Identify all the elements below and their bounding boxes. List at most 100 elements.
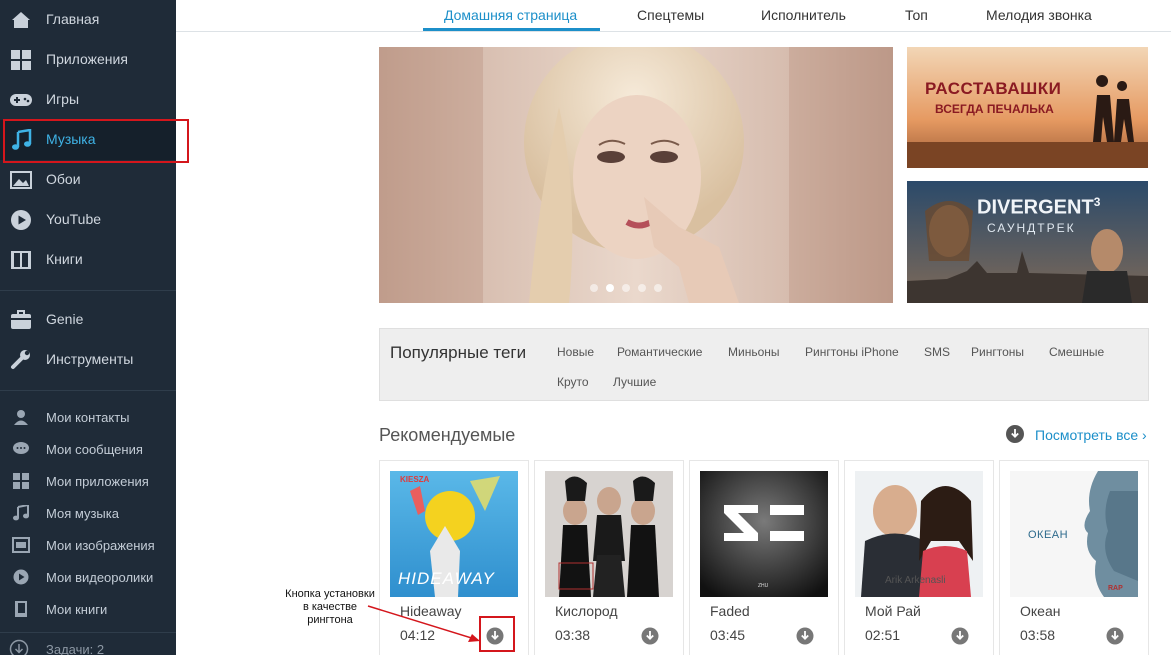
- banner-title-text: DIVERGENT: [977, 196, 1094, 219]
- sidebar-item-label: Инструменты: [46, 351, 134, 367]
- set-ringtone-button[interactable]: [951, 627, 969, 645]
- gamepad-icon: [10, 94, 32, 106]
- popular-tags-title: Популярные теги: [390, 343, 527, 362]
- banner-title: DIVERGENT3: [977, 195, 1100, 220]
- sidebar-item-label: Мои видеоролики: [46, 570, 154, 585]
- active-tab-indicator: [423, 28, 600, 31]
- song-card[interactable]: ОКЕАН RAP Океан 03:58: [999, 460, 1149, 655]
- sidebar-item-label: Genie: [46, 311, 84, 327]
- set-ringtone-button[interactable]: [641, 627, 659, 645]
- sidebar-item-home[interactable]: Главная: [0, 0, 176, 40]
- sidebar-item-my-apps[interactable]: Мои приложения: [0, 465, 176, 497]
- tag-item[interactable]: SMS: [924, 345, 950, 359]
- sidebar-item-contacts[interactable]: Мои контакты: [0, 401, 176, 433]
- play-circle-icon: [11, 210, 31, 230]
- sidebar-item-label: Мои книги: [46, 602, 108, 617]
- sidebar-item-my-images[interactable]: Мои изображения: [0, 529, 176, 561]
- music-highlight-box: [3, 119, 189, 163]
- carousel-dot-active[interactable]: [606, 284, 614, 292]
- cover-label: KIESZA: [400, 475, 430, 484]
- song-card[interactable]: Arik Arkenasli Мой Рай 02:51: [844, 460, 994, 655]
- banner-subtitle: САУНДТРЕК: [987, 221, 1076, 235]
- sidebar-item-youtube[interactable]: YouTube: [0, 200, 176, 240]
- sidebar-item-label: Моя музыка: [46, 506, 119, 521]
- sidebar-divider: [0, 290, 176, 291]
- tag-item[interactable]: Миньоны: [728, 345, 780, 359]
- sidebar-item-apps[interactable]: Приложения: [0, 40, 176, 80]
- tab-home[interactable]: Домашняя страница: [444, 7, 577, 23]
- song-duration: 03:45: [710, 627, 746, 643]
- sidebar-item-messages[interactable]: Мои сообщения: [0, 433, 176, 465]
- sidebar-item-genie[interactable]: Genie: [0, 300, 176, 340]
- banner-divergent[interactable]: DIVERGENT3 САУНДТРЕК: [907, 181, 1148, 303]
- carousel-dots: [590, 284, 662, 292]
- set-ringtone-button[interactable]: [796, 627, 814, 645]
- song-cover: ZHU: [700, 471, 828, 597]
- sidebar-item-label: Игры: [46, 91, 80, 107]
- sidebar-divider: [0, 390, 176, 391]
- song-duration: 02:51: [865, 627, 901, 643]
- sidebar-item-tools[interactable]: Инструменты: [0, 340, 176, 380]
- banner-title-sup: 3: [1093, 195, 1101, 209]
- sidebar-item-label: Книги: [46, 251, 83, 267]
- sidebar-item-label: Мои сообщения: [46, 442, 143, 457]
- sidebar-item-wallpapers[interactable]: Обои: [0, 160, 176, 200]
- banner-rasstavashki[interactable]: РАССТАВАШКИ ВСЕГДА ПЕЧАЛЬКА: [907, 47, 1148, 168]
- tasks-label: Задачи: 2: [46, 642, 105, 655]
- see-all-label: Посмотреть все ›: [1035, 427, 1147, 443]
- sidebar-item-games[interactable]: Игры: [0, 80, 176, 120]
- book-icon: [11, 251, 31, 269]
- hero-banner[interactable]: [379, 47, 893, 303]
- tag-item[interactable]: Романтические: [617, 345, 702, 359]
- tag-item[interactable]: Смешные: [1049, 345, 1104, 359]
- song-card[interactable]: Кислород 03:38: [534, 460, 684, 655]
- cover-label: RAP: [1108, 585, 1123, 592]
- cover-text: HIDEAWAY: [398, 569, 495, 588]
- tag-item[interactable]: Новые: [557, 345, 594, 359]
- song-cover: ОКЕАН RAP: [1010, 471, 1138, 597]
- tag-item[interactable]: Лучшие: [613, 375, 656, 389]
- cover-text: ОКЕАН: [1028, 529, 1069, 541]
- popular-tags-panel: [379, 328, 1149, 401]
- video-icon: [13, 569, 29, 585]
- carousel-dot[interactable]: [590, 284, 598, 292]
- tab-special-themes[interactable]: Спецтемы: [637, 7, 704, 23]
- wrench-icon: [11, 350, 30, 369]
- tag-item[interactable]: Рингтоны iPhone: [805, 345, 899, 359]
- set-ringtone-button[interactable]: [1106, 627, 1124, 645]
- tasks-indicator[interactable]: Задачи: 2: [0, 632, 176, 655]
- banner-subtitle: ВСЕГДА ПЕЧАЛЬКА: [935, 102, 1054, 116]
- sidebar-item-my-videos[interactable]: Мои видеоролики: [0, 561, 176, 593]
- tab-ringtones[interactable]: Мелодия звонка: [986, 7, 1092, 23]
- sidebar-item-my-music[interactable]: Моя музыка: [0, 497, 176, 529]
- banner-title: РАССТАВАШКИ: [925, 79, 1062, 98]
- tag-item[interactable]: Круто: [557, 375, 589, 389]
- tab-artist[interactable]: Исполнитель: [761, 7, 846, 23]
- sidebar-item-label: Мои изображения: [46, 538, 155, 553]
- song-duration: 03:38: [555, 627, 591, 643]
- sidebar-item-label: Мои приложения: [46, 474, 149, 489]
- carousel-dot[interactable]: [622, 284, 630, 292]
- song-cover: Arik Arkenasli: [855, 471, 983, 597]
- sidebar-item-my-books[interactable]: Мои книги: [0, 593, 176, 625]
- apps-grid-icon: [13, 473, 29, 489]
- song-card[interactable]: ZHU Faded 03:45: [689, 460, 839, 655]
- song-title: Мой Рай: [865, 603, 921, 619]
- sidebar-item-books[interactable]: Книги: [0, 240, 176, 280]
- carousel-dot[interactable]: [654, 284, 662, 292]
- song-cover: [545, 471, 673, 597]
- message-icon: [13, 442, 29, 454]
- contact-icon: [14, 410, 28, 425]
- carousel-dot[interactable]: [638, 284, 646, 292]
- tab-top[interactable]: Топ: [905, 7, 928, 23]
- hero-image: [379, 47, 893, 303]
- sidebar: Главная Приложения Игры Музыка Обои YouT…: [0, 0, 176, 655]
- tag-item[interactable]: Рингтоны: [971, 345, 1024, 359]
- song-title: Faded: [710, 603, 750, 619]
- sidebar-item-label: YouTube: [46, 211, 102, 227]
- sidebar-item-label: Мои контакты: [46, 410, 130, 425]
- recommended-title: Рекомендуемые: [379, 425, 516, 445]
- sidebar-item-label: Приложения: [46, 51, 128, 67]
- wallpaper-icon: [10, 171, 32, 189]
- book-icon: [15, 601, 27, 617]
